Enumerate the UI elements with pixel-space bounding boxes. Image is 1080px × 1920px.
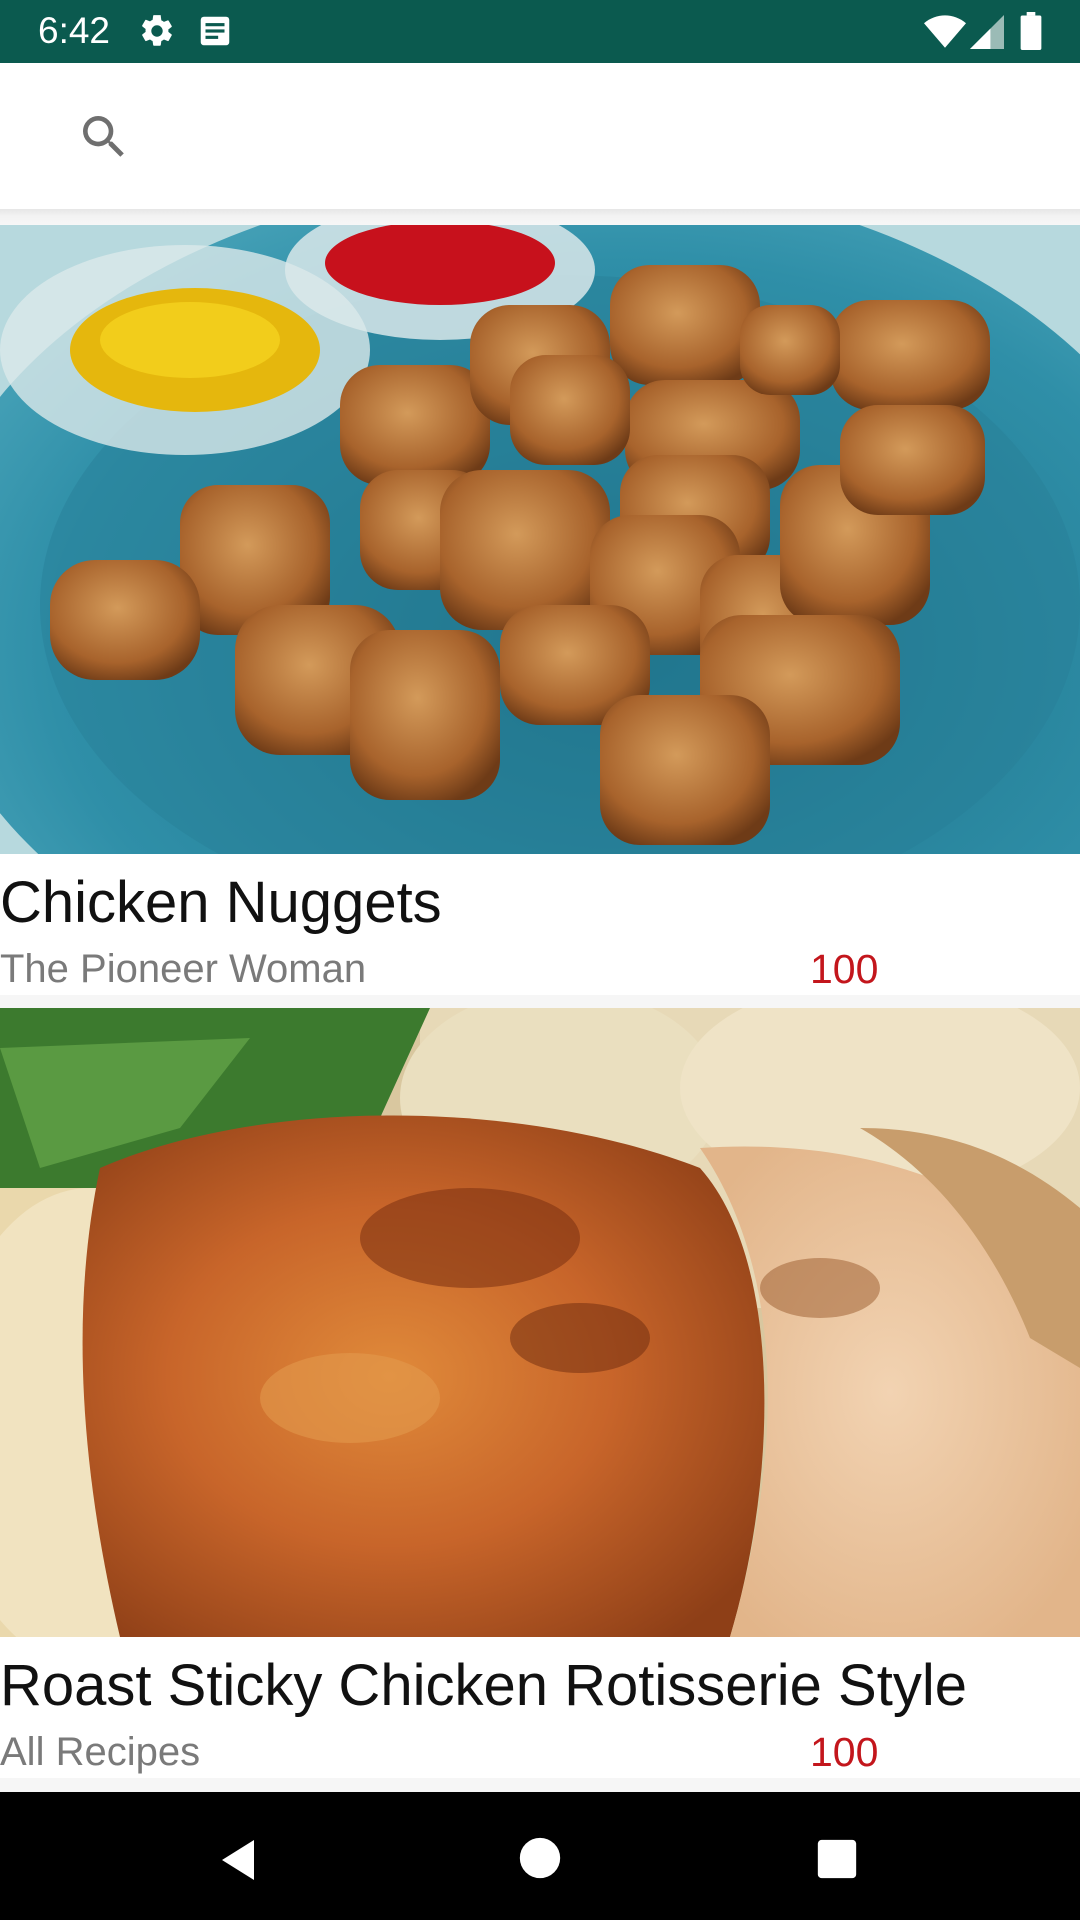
card-divider [0,995,1080,1009]
recipe-image-roast-chicken[interactable] [0,1008,1080,1637]
status-bar: 6:42 [0,0,1080,63]
card-divider [0,1778,1080,1792]
search-icon[interactable] [76,109,132,165]
recipe-source: The Pioneer Woman [0,947,367,991]
home-icon[interactable] [518,1836,562,1880]
search-bar-shadow [0,209,1080,225]
recipe-title: Roast Sticky Chicken Rotisserie Style [0,1653,967,1718]
recipe-score: 100 [810,1729,879,1775]
gear-icon [142,15,172,46]
battery-icon [1020,12,1042,50]
wifi-icon [924,15,966,48]
search-bar [0,63,1080,209]
back-icon[interactable] [214,1836,262,1884]
recents-icon[interactable] [814,1836,860,1882]
search-input[interactable] [160,103,1024,171]
notification-message-icon [200,16,230,46]
signal-icon [970,15,1004,49]
status-time: 6:42 [38,10,111,51]
navigation-bar [0,1792,1080,1920]
recipe-card[interactable]: Roast Sticky Chicken Rotisserie Style Al… [0,1008,1080,1792]
recipe-score: 100 [810,946,879,992]
recipe-source: All Recipes [0,1730,201,1774]
recipe-title: Chicken Nuggets [0,870,442,935]
recipe-image-chicken-nuggets[interactable] [0,225,1080,854]
recipe-card[interactable]: Chicken Nuggets The Pioneer Woman 100 [0,225,1080,1009]
